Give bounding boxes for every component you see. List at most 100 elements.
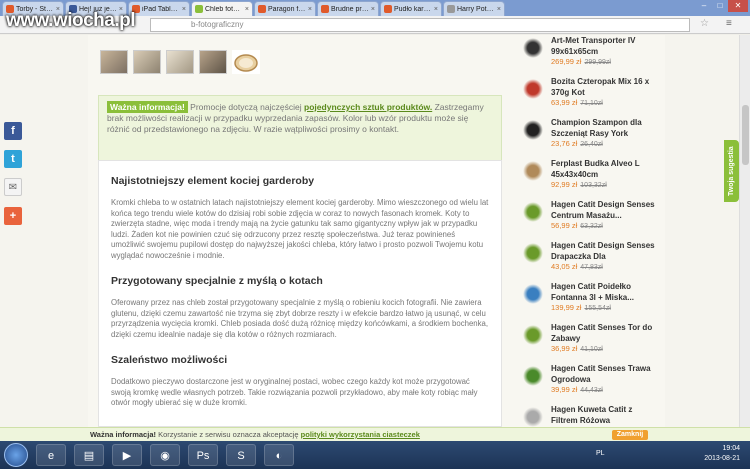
tab-title: Chleb fotografic: [205, 5, 243, 13]
language-indicator[interactable]: PL: [596, 450, 605, 457]
cookie-policy-link[interactable]: polityki wykorzystania ciasteczek: [301, 430, 420, 439]
tab-title: Brudne pranie, C: [331, 5, 369, 13]
folder-icon[interactable]: ▤: [74, 444, 104, 466]
product-image[interactable]: [523, 79, 543, 99]
product-old-price: 47,83zł: [580, 264, 603, 271]
product-image[interactable]: [523, 325, 543, 345]
section-body: Oferowany przez nas chleb został przygot…: [111, 298, 489, 339]
product-name[interactable]: Hagen Catit Poidełko Fontanna 3l + Miska…: [551, 281, 656, 303]
product-thumbnail[interactable]: [100, 50, 128, 74]
tab-favicon-icon: [195, 5, 203, 13]
more-share-button[interactable]: +: [4, 207, 22, 225]
browser-menu-icon[interactable]: ≡: [726, 18, 732, 29]
product-name[interactable]: Hagen Catit Senses Tor do Zabawy: [551, 322, 656, 344]
notice-link[interactable]: pojedynczych sztuk produktów.: [304, 102, 432, 112]
notice-badge: Ważna informacja!: [107, 101, 188, 113]
product-price-row: 36,99 zł 41,10zł: [551, 344, 603, 353]
suggestion-tab[interactable]: Twoja sugestia: [724, 140, 739, 202]
product-thumbnail[interactable]: [232, 50, 260, 74]
product-name[interactable]: Hagen Catit Design Senses Centrum Masażu…: [551, 199, 656, 221]
product-price: 56,99 zł: [551, 221, 578, 230]
chrome-icon[interactable]: ◉: [150, 444, 180, 466]
scrollbar-thumb[interactable]: [742, 105, 749, 165]
browser-tab[interactable]: Brudne pranie, C×: [317, 1, 379, 16]
minimize-button[interactable]: –: [696, 0, 712, 12]
product-price: 43,05 zł: [551, 262, 578, 271]
product-name[interactable]: Hagen Catit Senses Trawa Ogrodowa: [551, 363, 656, 385]
section-body: Dodatkowo pieczywo dostarczone jest w or…: [111, 377, 478, 407]
product-name[interactable]: Bozita Czteropak Mix 16 x 370g Kot: [551, 76, 656, 98]
product-thumbnail[interactable]: [199, 50, 227, 74]
product-item[interactable]: Hagen Catit Senses Trawa Ogrodowa 39,99 z…: [520, 363, 660, 404]
product-price-row: 139,99 zł 155,54zł: [551, 303, 611, 312]
product-description: Najistotniejszy element kociej garderoby…: [98, 160, 502, 427]
tab-close-icon[interactable]: ×: [182, 6, 186, 13]
watermark-logo: www.wiocha.pl: [6, 10, 135, 31]
tab-close-icon[interactable]: ×: [308, 6, 312, 13]
product-item[interactable]: Hagen Catit Design Senses Drapaczka Dla 4…: [520, 240, 660, 281]
product-image[interactable]: [523, 120, 543, 140]
product-name[interactable]: Art-Met Transporter IV 99x61x65cm: [551, 35, 656, 57]
tab-close-icon[interactable]: ×: [245, 6, 249, 13]
product-image[interactable]: [523, 243, 543, 263]
close-window-button[interactable]: ✕: [728, 0, 748, 12]
cookie-text: Korzystanie z serwisu oznacza akceptację: [158, 430, 299, 439]
product-image[interactable]: [523, 366, 543, 386]
product-image[interactable]: [523, 161, 543, 181]
product-thumbnail[interactable]: [166, 50, 194, 74]
product-name[interactable]: Champion Szampon dla Szczeniąt Rasy York: [551, 117, 656, 139]
product-image[interactable]: [523, 407, 543, 427]
browser-tab[interactable]: iPad Tablet Ap×: [128, 1, 190, 16]
tab-close-icon[interactable]: ×: [371, 6, 375, 13]
product-item[interactable]: Hagen Kuweta Catit z Filtrem Różowa84,99…: [520, 404, 660, 427]
tab-favicon-icon: [447, 5, 455, 13]
product-item[interactable]: Bozita Czteropak Mix 16 x 370g Kot 63,99 …: [520, 76, 660, 117]
maximize-button[interactable]: □: [712, 0, 728, 12]
facebook-share-button[interactable]: f: [4, 122, 22, 140]
product-image[interactable]: [523, 284, 543, 304]
product-price-row: 56,99 zł 63,32zł: [551, 221, 603, 230]
start-button[interactable]: [4, 443, 28, 467]
bookmark-star-icon[interactable]: ☆: [700, 18, 709, 29]
twitter-share-button[interactable]: t: [4, 150, 22, 168]
system-clock[interactable]: 19:04 2013-08-21: [704, 444, 740, 464]
product-name[interactable]: Hagen Kuweta Catit z Filtrem Różowa: [551, 404, 656, 426]
product-item[interactable]: Hagen Catit Poidełko Fontanna 3l + Miska…: [520, 281, 660, 322]
clock-date: 2013-08-21: [704, 455, 740, 462]
product-item[interactable]: Art-Met Transporter IV 99x61x65cm 269,99 …: [520, 35, 660, 76]
product-item[interactable]: Champion Szampon dla Szczeniąt Rasy York…: [520, 117, 660, 158]
product-item[interactable]: Ferplast Budka Alveo L 45x43x40cm 92,99 z…: [520, 158, 660, 199]
browser-tab[interactable]: Pudło kartonow×: [380, 1, 442, 16]
section-heading: Przygotowany specjalnie z myślą o kotach: [111, 275, 323, 287]
browser-tab[interactable]: Chleb fotografic×: [191, 1, 253, 16]
product-price-row: 92,99 zł 103,32zł: [551, 180, 607, 189]
page-scrollbar[interactable]: [739, 35, 750, 427]
tab-close-icon[interactable]: ×: [497, 6, 501, 13]
url-field[interactable]: b-fotograficzny: [150, 18, 690, 32]
product-name[interactable]: Hagen Catit Design Senses Drapaczka Dla: [551, 240, 656, 262]
email-share-button[interactable]: ✉: [4, 178, 22, 196]
browser-tab[interactable]: Harry Potter - W×: [443, 1, 505, 16]
product-item[interactable]: Hagen Catit Design Senses Centrum Masażu…: [520, 199, 660, 240]
cookie-close-button[interactable]: Zamknij: [612, 430, 648, 440]
tab-close-icon[interactable]: ×: [434, 6, 438, 13]
ie-icon[interactable]: e: [36, 444, 66, 466]
product-thumbnail[interactable]: [133, 50, 161, 74]
notice-text-before: Promocje dotyczą najczęściej: [190, 102, 302, 112]
product-price: 269,99 zł: [551, 57, 582, 66]
section-body: Kromki chleba to w ostatnich latach naji…: [111, 198, 489, 260]
product-name[interactable]: Ferplast Budka Alveo L 45x43x40cm: [551, 158, 656, 180]
app-icon[interactable]: ◐: [264, 444, 294, 466]
media-player-icon[interactable]: ▶: [112, 444, 142, 466]
section-heading: Najistotniejszy element kociej garderoby: [111, 175, 315, 187]
product-image[interactable]: [523, 202, 543, 222]
product-price: 39,99 zł: [551, 385, 578, 394]
browser-tab[interactable]: Paragon fiskaln×: [254, 1, 316, 16]
photoshop-icon[interactable]: Ps: [188, 444, 218, 466]
product-item[interactable]: Hagen Catit Senses Tor do Zabawy 36,99 zł…: [520, 322, 660, 363]
tab-title: iPad Tablet Ap: [142, 5, 180, 13]
product-image[interactable]: [523, 38, 543, 58]
skype-icon[interactable]: S: [226, 444, 256, 466]
product-price: 23,76 zł: [551, 139, 578, 148]
product-old-price: 299,99zł: [584, 59, 611, 66]
